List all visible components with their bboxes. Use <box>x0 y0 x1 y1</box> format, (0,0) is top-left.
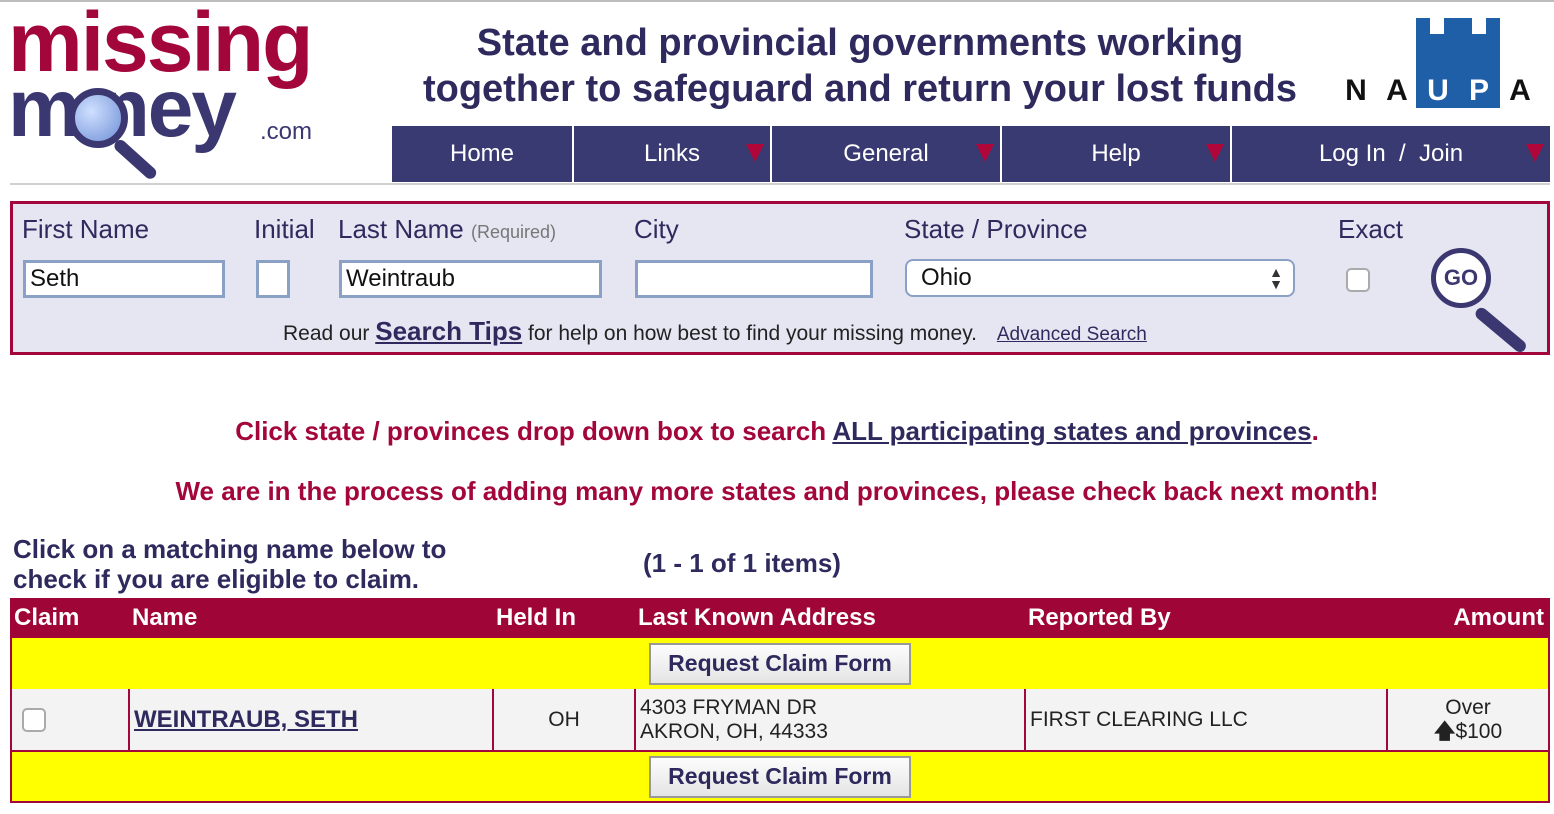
table-bottom-border <box>10 801 1550 803</box>
first-name-input[interactable] <box>23 260 225 298</box>
nav-help[interactable]: Help <box>1002 126 1232 182</box>
nav-general[interactable]: General <box>772 126 1002 182</box>
col-claim[interactable]: Claim <box>10 598 128 638</box>
nav-home-label: Home <box>449 140 515 167</box>
held-in-cell: OH <box>494 689 636 750</box>
results-count: (1 - 1 of 1 items) <box>643 548 841 578</box>
nav-links-label: Links <box>643 140 701 167</box>
exact-checkbox[interactable] <box>1346 268 1370 292</box>
request-claim-form-button[interactable]: Request Claim Form <box>649 642 911 685</box>
state-label: State / Province <box>904 214 1088 244</box>
tips-suffix: for help on how best to find your missin… <box>522 322 978 345</box>
address-line-1: 4303 FRYMAN DR <box>640 695 818 719</box>
state-select[interactable]: Ohio ▲ ▼ <box>905 259 1295 297</box>
site-tagline: State and provincial governments working… <box>380 20 1340 112</box>
first-name-label: First Name <box>22 214 150 244</box>
notice-search-all: Click state / provinces drop down box to… <box>0 416 1554 447</box>
col-reported-by[interactable]: Reported By <box>1024 598 1386 638</box>
naupa-letter: P <box>1468 74 1489 107</box>
nav-login-join[interactable]: Log In / Join <box>1232 126 1550 182</box>
notice-adding-states: We are in the process of adding many mor… <box>175 476 1379 506</box>
results-table: Claim Name Held In Last Known Address Re… <box>10 598 1550 803</box>
claim-checkbox[interactable] <box>22 707 46 732</box>
naupa-letter: A <box>1509 74 1531 107</box>
go-search-button[interactable]: GO <box>1431 248 1541 355</box>
naupa-letter: A <box>1386 74 1408 107</box>
naupa-letter: U <box>1427 74 1449 107</box>
city-input[interactable] <box>635 260 873 298</box>
naupa-logo[interactable]: N A U P A <box>1338 18 1538 113</box>
naupa-letter: N <box>1345 74 1367 107</box>
state-select-value: Ohio <box>921 264 972 291</box>
required-hint: (Required) <box>470 222 557 242</box>
search-tips-link[interactable]: Search Tips <box>375 316 522 346</box>
go-magnifier-icon: GO <box>1431 248 1491 308</box>
amount-cell: Over 🡅$100 <box>1388 689 1548 750</box>
tagline-line-1: State and provincial governments working <box>476 22 1244 64</box>
results-instruction: Click on a matching name below to check … <box>13 534 447 594</box>
search-panel: First Name Initial Last Name (Required) … <box>10 201 1550 355</box>
amount-value: $100 <box>1455 719 1503 743</box>
nav-general-label: General <box>843 140 929 167</box>
col-name[interactable]: Name <box>128 598 492 638</box>
city-label: City <box>634 214 679 244</box>
address-cell: 4303 FRYMAN DR AKRON, OH, 44333 <box>636 689 1026 750</box>
go-label: GO <box>1443 265 1479 290</box>
nav-links[interactable]: Links <box>574 126 772 182</box>
claimant-name-link[interactable]: WEINTRAUB, SETH <box>130 706 358 734</box>
search-tips-line: Read our Search Tips for help on how bes… <box>283 316 1147 347</box>
initial-label: Initial <box>254 214 315 244</box>
claim-cell <box>12 689 130 750</box>
up-arrow-icon: 🡅 <box>1433 719 1456 743</box>
go-magnifier-handle <box>1473 305 1529 355</box>
col-held-in[interactable]: Held In <box>492 598 634 638</box>
logo-text-com: .com <box>260 118 313 145</box>
tagline-line-2: together to safeguard and return your lo… <box>422 68 1298 110</box>
address-line-2: AKRON, OH, 44333 <box>640 719 828 743</box>
exact-label: Exact <box>1338 214 1404 244</box>
last-name-label: Last Name <box>338 214 464 244</box>
nav-help-label: Help <box>1091 140 1141 167</box>
naupa-letters: N A U P A <box>1338 74 1538 108</box>
table-header: Claim Name Held In Last Known Address Re… <box>10 598 1550 638</box>
select-arrows-icon: ▲ ▼ <box>1269 264 1283 292</box>
amount-line-2-group: 🡅$100 <box>1434 720 1502 744</box>
tips-prefix: Read our <box>283 322 376 345</box>
main-nav: Home Links General Help Log In / Join <box>392 126 1550 182</box>
request-claim-row-top: Request Claim Form <box>10 638 1550 689</box>
dropdown-arrow-icon <box>976 144 994 162</box>
reported-by-cell: FIRST CLEARING LLC <box>1026 689 1388 750</box>
name-cell: WEINTRAUB, SETH <box>130 689 494 750</box>
header-divider <box>10 183 1550 185</box>
notice-prefix: Click state / provinces drop down box to… <box>235 416 833 446</box>
initial-input[interactable] <box>256 260 290 298</box>
all-states-link[interactable]: ALL participating states and provinces <box>832 416 1311 446</box>
table-row: WEINTRAUB, SETH OH 4303 FRYMAN DR AKRON,… <box>10 689 1550 750</box>
amount-line-1: Over <box>1445 695 1491 719</box>
dropdown-arrow-icon <box>1526 144 1544 162</box>
nav-login-label: Log In / Join <box>1318 140 1464 167</box>
dropdown-arrow-icon <box>746 144 764 162</box>
request-claim-row-bottom: Request Claim Form <box>10 750 1550 801</box>
last-name-input[interactable] <box>339 260 602 298</box>
missingmoney-logo[interactable]: missing m ney .com <box>8 0 338 182</box>
advanced-search-link[interactable]: Advanced Search <box>997 324 1147 345</box>
last-name-label-group: Last Name (Required) <box>338 214 556 245</box>
notice-suffix: . <box>1311 416 1319 446</box>
col-amount[interactable]: Amount <box>1386 598 1550 638</box>
dropdown-arrow-icon <box>1206 144 1224 162</box>
request-claim-form-button[interactable]: Request Claim Form <box>649 755 911 798</box>
nav-home[interactable]: Home <box>392 126 574 182</box>
col-address[interactable]: Last Known Address <box>634 598 1024 638</box>
